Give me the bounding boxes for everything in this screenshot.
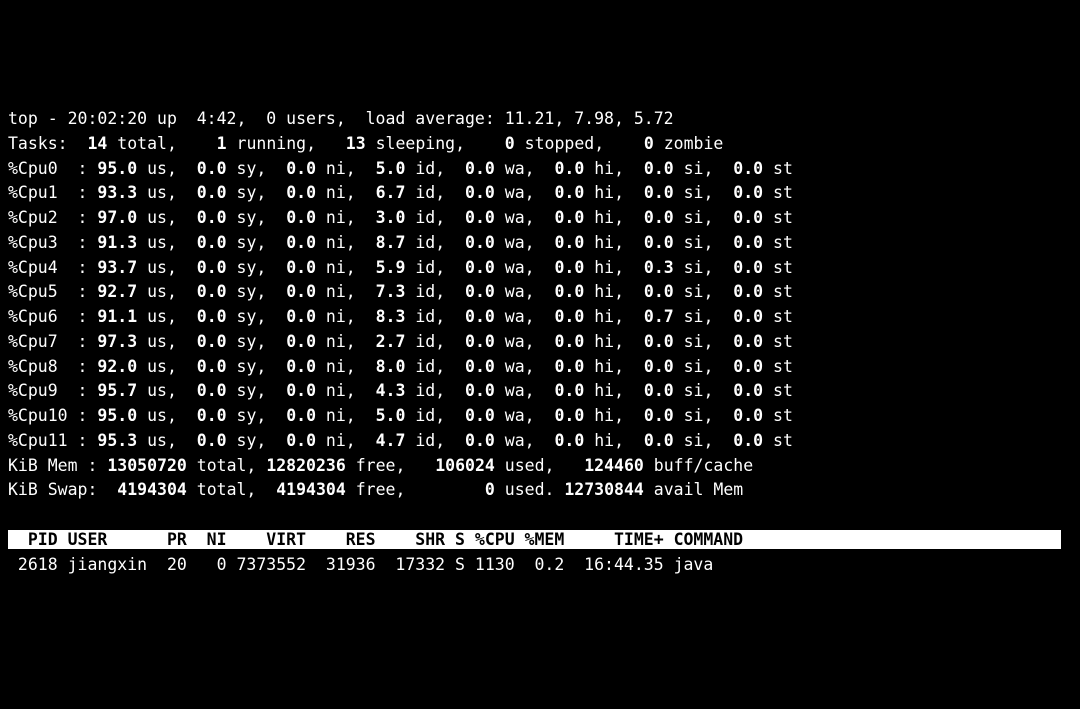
top-summary-line: top - 20:02:20 up 4:42, 0 users, load av… (8, 109, 674, 128)
cpu-line-4: %Cpu4 : 93.7 us, 0.0 sy, 0.0 ni, 5.9 id,… (8, 258, 793, 277)
cpu-line-9: %Cpu9 : 95.7 us, 0.0 sy, 0.0 ni, 4.3 id,… (8, 381, 793, 400)
cpu-line-1: %Cpu1 : 93.3 us, 0.0 sy, 0.0 ni, 6.7 id,… (8, 183, 793, 202)
cpu-line-5: %Cpu5 : 92.7 us, 0.0 sy, 0.0 ni, 7.3 id,… (8, 282, 793, 301)
process-header-row: PID USER PR NI VIRT RES SHR S %CPU %MEM … (8, 530, 1061, 549)
cpu-line-11: %Cpu11 : 95.3 us, 0.0 sy, 0.0 ni, 4.7 id… (8, 431, 793, 450)
tasks-line: Tasks: 14 total, 1 running, 13 sleeping,… (8, 134, 723, 153)
cpu-line-3: %Cpu3 : 91.3 us, 0.0 sy, 0.0 ni, 8.7 id,… (8, 233, 793, 252)
cpu-line-6: %Cpu6 : 91.1 us, 0.0 sy, 0.0 ni, 8.3 id,… (8, 307, 793, 326)
cpu-line-8: %Cpu8 : 92.0 us, 0.0 sy, 0.0 ni, 8.0 id,… (8, 357, 793, 376)
cpu-line-0: %Cpu0 : 95.0 us, 0.0 sy, 0.0 ni, 5.0 id,… (8, 159, 793, 178)
cpu-line-10: %Cpu10 : 95.0 us, 0.0 sy, 0.0 ni, 5.0 id… (8, 406, 793, 425)
cpu-line-7: %Cpu7 : 97.3 us, 0.0 sy, 0.0 ni, 2.7 id,… (8, 332, 793, 351)
cpu-line-2: %Cpu2 : 97.0 us, 0.0 sy, 0.0 ni, 3.0 id,… (8, 208, 793, 227)
swap-line: KiB Swap: 4194304 total, 4194304 free, 0… (8, 480, 753, 499)
mem-line: KiB Mem : 13050720 total, 12820236 free,… (8, 456, 753, 475)
top-output[interactable]: top - 20:02:20 up 4:42, 0 users, load av… (8, 107, 1072, 577)
process-row: 2618 jiangxin 20 0 7373552 31936 17332 S… (8, 555, 713, 574)
